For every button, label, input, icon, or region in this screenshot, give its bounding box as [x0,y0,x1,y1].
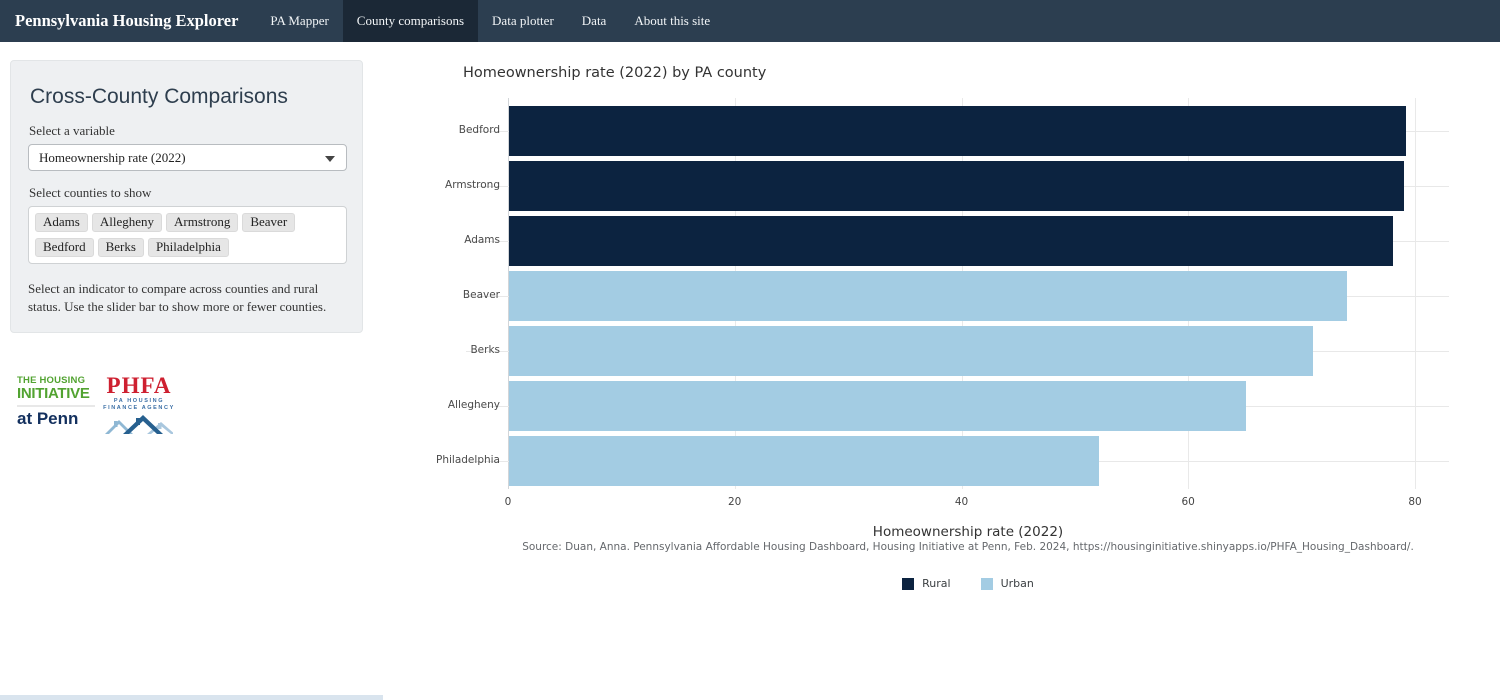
app-title: Pennsylvania Housing Explorer [0,0,256,42]
phfa-logo: PHFA PA HOUSINGFINANCE AGENCY [103,375,175,439]
county-tag-adams[interactable]: Adams [35,213,88,232]
gridline-x-80 [1415,98,1416,489]
y-tick-label-philadelphia: Philadelphia [360,454,500,466]
nav-tab-about-this-site[interactable]: About this site [620,0,724,42]
nav-tab-data[interactable]: Data [568,0,621,42]
legend-swatch-rural [902,578,914,590]
bar-berks [509,326,1313,376]
bar-allegheny [509,381,1246,431]
phfa-rooftops-icon [105,414,173,434]
bar-armstrong [509,161,1404,211]
county-tag-philadelphia[interactable]: Philadelphia [148,238,229,257]
phfa-logo-name: PHFA [103,375,175,397]
hip-logo-line2: INITIATIVE [17,386,95,401]
county-tag-beaver[interactable]: Beaver [242,213,295,232]
nav-tab-county-comparisons[interactable]: County comparisons [343,0,478,42]
variable-select[interactable]: Homeownership rate (2022) [28,144,347,171]
y-tick-label-allegheny: Allegheny [360,399,500,411]
x-tick-label-20: 20 [715,496,755,508]
chart-legend: Rural Urban [460,577,1476,590]
nav-tabs: PA MapperCounty comparisonsData plotterD… [256,0,724,42]
bar-beaver [509,271,1347,321]
y-tick-label-beaver: Beaver [360,289,500,301]
legend-swatch-urban [981,578,993,590]
bar-philadelphia [509,436,1099,486]
phfa-logo-subtitle: PA HOUSINGFINANCE AGENCY [103,398,175,413]
cross-county-panel: Cross-County Comparisons Select a variab… [10,60,363,333]
x-tick-label-60: 60 [1168,496,1208,508]
y-tick-label-adams: Adams [360,234,500,246]
legend-item-rural: Rural [902,577,950,590]
x-axis-title: Homeownership rate (2022) [460,524,1476,540]
x-tick-label-0: 0 [488,496,528,508]
county-tag-allegheny[interactable]: Allegheny [92,213,162,232]
housing-initiative-at-penn-logo: THE HOUSING INITIATIVE at Penn [17,375,95,439]
legend-label-rural: Rural [922,577,950,590]
bar-adams [509,216,1393,266]
county-tag-bedford[interactable]: Bedford [35,238,94,257]
counties-select-label: Select counties to show [29,185,345,201]
variable-select-label: Select a variable [29,123,345,139]
panel-help-text: Select an indicator to compare across co… [28,280,345,316]
y-tick-label-bedford: Bedford [360,124,500,136]
next-panel-edge [0,695,383,700]
nav-tab-pa-mapper[interactable]: PA Mapper [256,0,342,42]
chart-title: Homeownership rate (2022) by PA county [463,65,766,81]
source-citation: Source: Duan, Anna. Pennsylvania Afforda… [438,541,1498,553]
caret-down-icon [325,156,335,162]
bar-bedford [509,106,1406,156]
counties-multiselect[interactable]: AdamsAlleghenyArmstrongBeaver BedfordBerk… [28,206,347,264]
legend-item-urban: Urban [981,577,1034,590]
top-navbar: Pennsylvania Housing Explorer PA MapperC… [0,0,1500,42]
logo-row: THE HOUSING INITIATIVE at Penn PHFA PA H… [17,375,175,439]
nav-tab-data-plotter[interactable]: Data plotter [478,0,568,42]
x-tick-label-80: 80 [1395,496,1435,508]
y-tick-label-berks: Berks [360,344,500,356]
panel-title: Cross-County Comparisons [30,85,345,109]
county-tag-berks[interactable]: Berks [98,238,144,257]
x-tick-label-40: 40 [942,496,982,508]
legend-label-urban: Urban [1001,577,1034,590]
county-tag-armstrong[interactable]: Armstrong [166,213,238,232]
bar-chart-plot-area: BedfordArmstrongAdamsBeaverBerksAlleghen… [508,98,1449,489]
y-tick-label-armstrong: Armstrong [360,179,500,191]
variable-select-value: Homeownership rate (2022) [39,150,186,165]
hip-logo-line3: at Penn [17,405,95,429]
